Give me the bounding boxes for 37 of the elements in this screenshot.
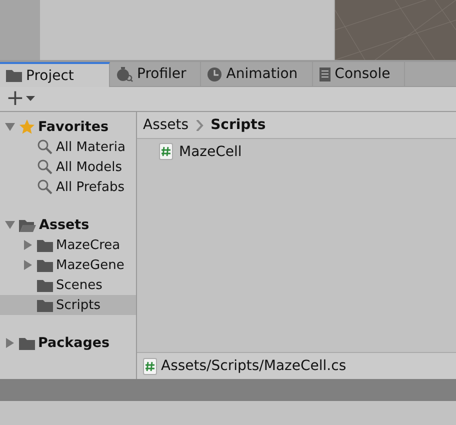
search-icon (37, 179, 53, 195)
tree-item[interactable]: Scripts (0, 295, 136, 315)
breadcrumb-item[interactable]: Assets (143, 117, 189, 133)
folder-icon (37, 238, 53, 252)
caret-icon (26, 96, 36, 102)
script-file-icon (143, 358, 157, 374)
tree-item[interactable]: Packages (0, 333, 136, 353)
tab[interactable]: Animation (201, 62, 313, 86)
tab[interactable]: Profiler (110, 62, 202, 86)
tree-item[interactable]: MazeGene (0, 255, 136, 275)
folder-icon (37, 258, 53, 272)
folder-icon (6, 69, 22, 82)
breadcrumb-item[interactable]: Scripts (210, 117, 266, 133)
tree-item[interactable]: All Prefabs (0, 177, 136, 197)
open-folder-icon (19, 218, 36, 232)
tab[interactable]: Console (312, 62, 406, 86)
add-button[interactable]: + (6, 88, 36, 110)
file-item[interactable]: MazeCell (159, 143, 434, 160)
script-file-icon (159, 143, 173, 160)
search-icon (37, 139, 53, 155)
tree-item[interactable]: Favorites (0, 117, 136, 137)
tree-item[interactable]: Scenes (0, 275, 136, 295)
tree-item[interactable]: MazeCrea (0, 235, 136, 255)
chevron-icon (196, 120, 204, 130)
tree-item[interactable]: Assets (0, 215, 136, 235)
folder-icon (37, 278, 53, 292)
tree-item[interactable]: All Materia (0, 137, 136, 157)
star-icon (19, 119, 35, 135)
file-path: Assets/Scripts/MazeCell.cs (161, 358, 346, 374)
search-icon (37, 159, 53, 175)
tab[interactable]: Project (0, 62, 110, 87)
folder-icon (19, 336, 35, 350)
tree-item[interactable]: All Models (0, 157, 136, 177)
folder-icon (37, 298, 53, 312)
stopwatch-icon (116, 66, 133, 82)
clock-icon (207, 66, 222, 82)
document-icon (318, 66, 331, 82)
